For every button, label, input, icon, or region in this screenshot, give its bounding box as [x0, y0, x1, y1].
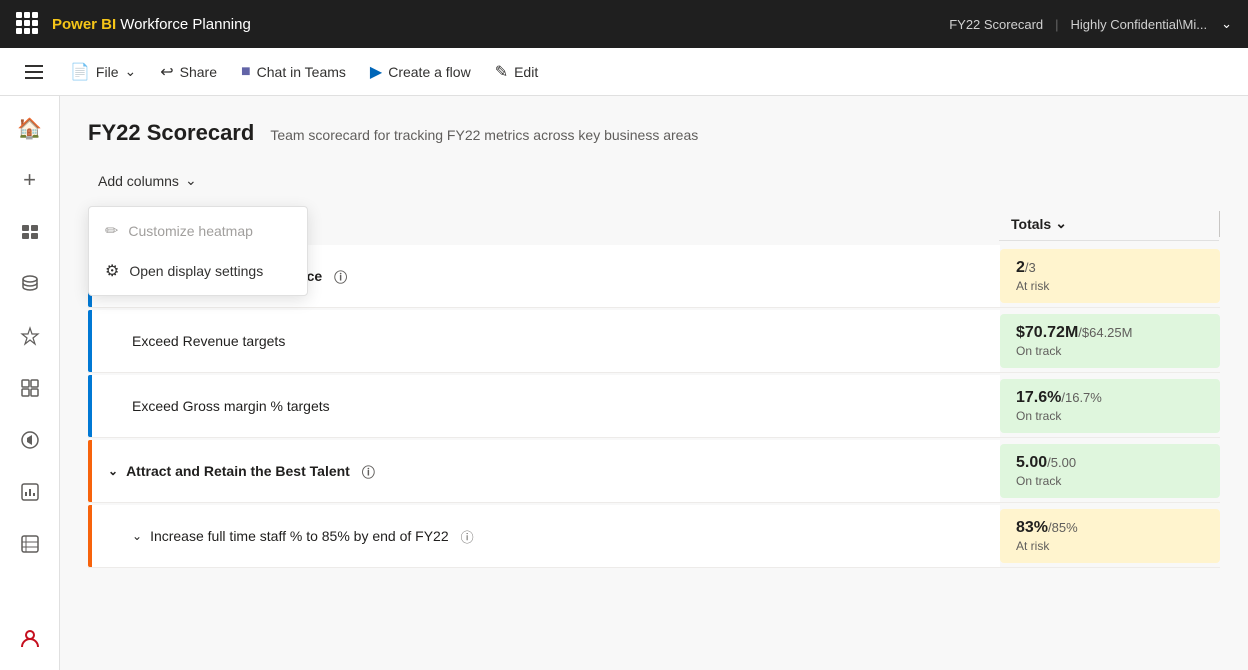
row-label-text: Attract and Retain the Best Talent	[126, 463, 350, 479]
report-title: FY22 Scorecard	[949, 17, 1043, 32]
topbar-chevron-icon[interactable]: ⌄	[1221, 16, 1232, 32]
display-settings-icon: ⚙	[105, 261, 119, 281]
edit-icon: ✎	[495, 62, 508, 82]
add-columns-dropdown: ✏ Customize heatmap ⚙ Open display setti…	[88, 206, 308, 296]
add-columns-chevron-icon: ⌄	[185, 172, 197, 189]
chat-in-teams-label: Chat in Teams	[257, 64, 346, 80]
score-status: On track	[1016, 344, 1204, 358]
sidebar-item-browse[interactable]	[6, 208, 54, 256]
sidebar-item-profile[interactable]	[6, 614, 54, 662]
row-label-exceed-revenue: Exceed Revenue targets	[92, 310, 1000, 372]
score-value: $70.72M/$64.25M	[1016, 324, 1204, 342]
teams-icon: ■	[241, 63, 251, 81]
sidebar-item-apps[interactable]	[6, 364, 54, 412]
sidebar-item-scorecard[interactable]	[6, 520, 54, 568]
customize-heatmap-label: Customize heatmap	[128, 223, 253, 239]
score-status: At risk	[1016, 539, 1204, 553]
table-row: ⌄ Increase full time staff % to 85% by e…	[88, 505, 1220, 568]
page-header: FY22 Scorecard Team scorecard for tracki…	[88, 120, 1220, 146]
apps-grid-icon[interactable]	[16, 12, 40, 36]
score-value: 2/3	[1016, 259, 1204, 277]
row-label-attract-retain: ⌄ Attract and Retain the Best Talent ⓘ	[92, 440, 1000, 502]
score-status: At risk	[1016, 279, 1204, 293]
totals-label: Totals	[1011, 216, 1051, 232]
score-denom: /$64.25M	[1078, 325, 1132, 340]
app-name: Workforce Planning	[120, 16, 251, 33]
edit-button[interactable]: ✎ Edit	[485, 56, 549, 88]
row-chevron-icon[interactable]: ⌄	[108, 464, 118, 478]
table-row: ⌄ Attract and Retain the Best Talent ⓘ 5…	[88, 440, 1220, 503]
score-value: 17.6%/16.7%	[1016, 389, 1204, 407]
customize-heatmap-icon: ✏	[105, 221, 118, 241]
sidebar-item-goals[interactable]	[6, 312, 54, 360]
score-value: 5.00/5.00	[1016, 454, 1204, 472]
score-denom: /3	[1025, 260, 1036, 275]
file-label: File	[96, 64, 119, 80]
score-cell-exceed-gross: 17.6%/16.7% On track	[1000, 379, 1220, 433]
sidebar-item-home[interactable]: 🏠	[6, 104, 54, 152]
confidentiality-label: Highly Confidential\Mi...	[1071, 17, 1208, 32]
score-cell-increase-fulltime: 83%/85% At risk	[1000, 509, 1220, 563]
topbar-separator: |	[1055, 17, 1058, 32]
open-display-settings-label: Open display settings	[129, 263, 263, 279]
share-label: Share	[180, 64, 217, 80]
share-button[interactable]: ↩ Share	[150, 56, 227, 88]
score-denom: /85%	[1048, 520, 1078, 535]
row-label-exceed-gross: Exceed Gross margin % targets	[92, 375, 1000, 437]
info-icon: ⓘ	[362, 462, 375, 481]
create-flow-button[interactable]: ▶ Create a flow	[360, 56, 481, 88]
create-flow-label: Create a flow	[388, 64, 470, 80]
row-label-text: Exceed Gross margin % targets	[132, 398, 330, 414]
row-label-increase-fulltime: ⌄ Increase full time staff % to 85% by e…	[92, 505, 1000, 567]
score-cell-exceed-revenue: $70.72M/$64.25M On track	[1000, 314, 1220, 368]
score-cell-deliver-financial: 2/3 At risk	[1000, 249, 1220, 303]
sidebar-item-metrics[interactable]	[6, 468, 54, 516]
sidebar: 🏠 +	[0, 96, 60, 670]
file-chevron-icon: ⌄	[124, 63, 136, 80]
row-label-text: Exceed Revenue targets	[132, 333, 285, 349]
topbar-right: FY22 Scorecard | Highly Confidential\Mi.…	[949, 16, 1232, 32]
file-icon: 📄	[70, 62, 90, 82]
score-cell-attract-retain: 5.00/5.00 On track	[1000, 444, 1220, 498]
score-value: 83%/85%	[1016, 519, 1204, 537]
sidebar-item-learn[interactable]	[6, 416, 54, 464]
score-denom: /5.00	[1047, 455, 1076, 470]
customize-heatmap-item[interactable]: ✏ Customize heatmap	[89, 211, 307, 251]
table-row: Exceed Gross margin % targets 17.6%/16.7…	[88, 375, 1220, 438]
totals-header: Totals ⌄	[999, 207, 1219, 241]
row-label-text: Increase full time staff % to 85% by end…	[150, 528, 449, 544]
column-divider	[1219, 211, 1220, 237]
table-row: Exceed Revenue targets $70.72M/$64.25M O…	[88, 310, 1220, 373]
info-icon: ⓘ	[461, 527, 474, 546]
topbar: Power BI Workforce Planning FY22 Scoreca…	[0, 0, 1248, 48]
hamburger-menu-button[interactable]	[16, 54, 52, 90]
flow-icon: ▶	[370, 62, 382, 82]
add-columns-button[interactable]: Add columns ⌄	[88, 166, 207, 195]
toolbar: 📄 File ⌄ ↩ Share ■ Chat in Teams ▶ Creat…	[0, 48, 1248, 96]
content-area: FY22 Scorecard Team scorecard for tracki…	[60, 96, 1248, 670]
score-status: On track	[1016, 409, 1204, 423]
powerbi-logo: Power BI	[52, 16, 116, 33]
score-status: On track	[1016, 474, 1204, 488]
row-chevron-icon[interactable]: ⌄	[132, 529, 142, 543]
sidebar-item-create[interactable]: +	[6, 156, 54, 204]
sidebar-item-data[interactable]	[6, 260, 54, 308]
open-display-settings-item[interactable]: ⚙ Open display settings	[89, 251, 307, 291]
file-button[interactable]: 📄 File ⌄	[60, 56, 146, 88]
info-icon: ⓘ	[334, 267, 347, 286]
edit-label: Edit	[514, 64, 538, 80]
page-title: FY22 Scorecard	[88, 120, 254, 146]
main-layout: 🏠 + FY22 Scorecard Team sc	[0, 96, 1248, 670]
score-denom: /16.7%	[1061, 390, 1101, 405]
add-columns-label: Add columns	[98, 173, 179, 189]
hamburger-icon	[25, 65, 43, 79]
page-subtitle: Team scorecard for tracking FY22 metrics…	[270, 127, 698, 143]
chat-in-teams-button[interactable]: ■ Chat in Teams	[231, 57, 356, 87]
totals-chevron-icon[interactable]: ⌄	[1055, 215, 1067, 232]
share-icon: ↩	[160, 62, 173, 82]
